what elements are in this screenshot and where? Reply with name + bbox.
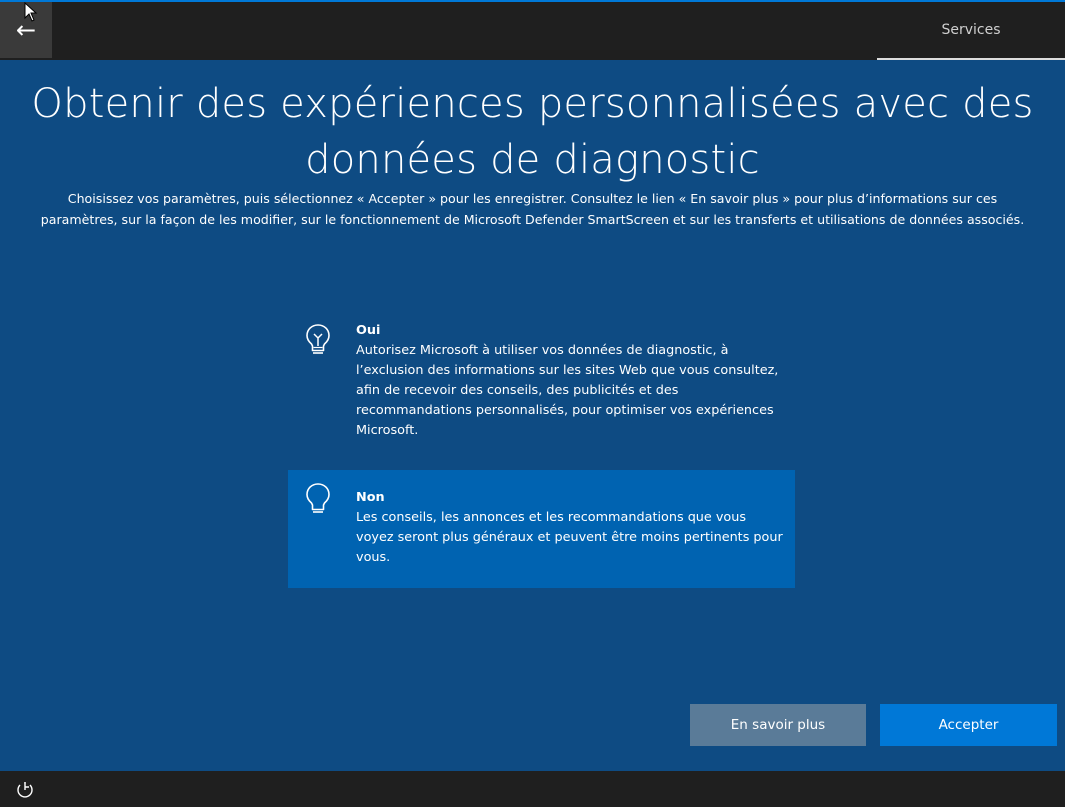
option-yes-description: Autorisez Microsoft à utiliser vos donné… [356,343,779,438]
mouse-cursor-icon [24,2,38,22]
tab-services-label: Services [941,22,1001,38]
oobe-screen: ← Services Obtenir des expériences perso… [0,0,1065,807]
option-no-description: Les conseils, les annonces et les recomm… [356,510,783,565]
bottom-bar [0,771,1065,807]
lightbulb-off-icon [306,483,330,513]
page-title: Obtenir des expériences personnalisées a… [31,81,1034,183]
option-yes[interactable]: Oui Autorisez Microsoft à utiliser vos d… [288,315,795,463]
page-subtitle: Choisissez vos paramètres, puis sélectio… [40,191,1025,227]
option-no[interactable]: Non Les conseils, les annonces et les re… [288,470,795,588]
option-no-text: Non Les conseils, les annonces et les re… [356,488,786,568]
learn-more-button[interactable]: En savoir plus [690,704,866,746]
accessibility-icon[interactable] [16,781,34,799]
option-yes-title: Oui [356,323,381,338]
option-no-title: Non [356,490,385,505]
lightbulb-on-icon [306,324,330,354]
top-bar: ← Services [0,0,1065,60]
option-yes-text: Oui Autorisez Microsoft à utiliser vos d… [356,321,786,441]
accept-button[interactable]: Accepter [880,704,1057,746]
tab-services[interactable]: Services [877,2,1065,60]
main-panel: Obtenir des expériences personnalisées a… [0,60,1065,771]
